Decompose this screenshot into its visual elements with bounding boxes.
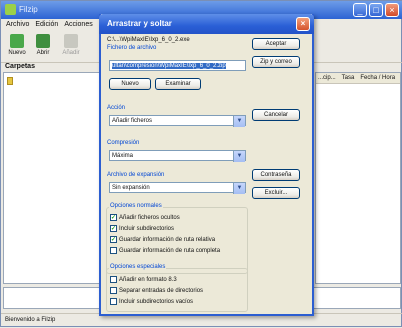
expansion-select[interactable]: Sin expansión ▼ [109,182,246,194]
add-files-label: Añadir [62,50,80,56]
chevron-down-icon: ▼ [233,183,245,194]
new-archive-icon [10,34,24,48]
add-files-icon [64,34,78,48]
option-subdirectories-label: Incluir subdirectorios [119,225,175,232]
folder-icon [7,77,13,85]
exclude-button[interactable]: Excluir... [252,187,300,199]
browse-button[interactable]: Examinar [155,78,201,90]
add-files-button[interactable]: Añadir [59,32,83,56]
file-list[interactable]: ...cip... Tasa Fecha / Hora [315,72,401,284]
archive-path-input[interactable]: ultan\compresion\WpiMaxIE\Ixp_6_0_2.zip [109,60,246,71]
main-window-title: Filzip [19,5,38,14]
option-hidden-files-label: Añadir ficheros ocultos [119,214,180,221]
option-relative-path-label: Guardar información de ruta relativa [119,236,216,243]
normal-options-label: Opciones normales [109,203,163,209]
action-select[interactable]: Añadir ficheros ▼ [109,115,246,127]
minimize-button[interactable]: _ [353,3,367,17]
chevron-down-icon: ▼ [233,151,245,162]
new-archive-button[interactable]: Nuevo [5,32,29,56]
dialog-title: Arrastrar y soltar [107,19,172,28]
checkbox-subdirectories[interactable]: ✓ [110,225,117,232]
zip-email-button[interactable]: Zip y correo [252,56,300,68]
new-button[interactable]: Nuevo [109,78,151,90]
checkbox-separate-dirs[interactable] [110,287,117,294]
chevron-down-icon: ▼ [233,116,245,127]
column-header-size[interactable]: ...cip... [318,73,336,83]
option-subdirectories[interactable]: ✓ Incluir subdirectorios [110,225,174,232]
compression-select[interactable]: Máxima ▼ [109,150,246,162]
option-empty-subdirs-label: Incluir subdirectorios vacíos [119,298,194,305]
checkbox-empty-subdirs[interactable] [110,298,117,305]
open-archive-icon [36,34,50,48]
action-value: Añadir ficheros [112,118,153,124]
menu-edicion[interactable]: Edición [35,19,58,30]
open-archive-button[interactable]: Abrir [31,32,55,56]
expansion-label: Archivo de expansión [107,172,165,178]
dialog-titlebar: Arrastrar y soltar × [99,14,314,34]
column-headers: ...cip... Tasa Fecha / Hora [316,73,400,84]
dialog-close-button[interactable]: × [296,17,310,31]
expansion-value: Sin expansión [112,185,150,191]
option-hidden-files[interactable]: ✓ Añadir ficheros ocultos [110,214,180,221]
option-empty-subdirs[interactable]: Incluir subdirectorios vacíos [110,298,193,305]
menu-acciones[interactable]: Acciones [64,19,92,30]
status-text: Bienvenido a Filzip [5,317,56,323]
action-label: Acción [107,105,126,111]
close-button[interactable]: × [385,3,399,17]
menu-archivo[interactable]: Archivo [6,19,29,30]
option-separate-dirs-label: Separar entradas de directorios [119,287,204,294]
option-separate-dirs[interactable]: Separar entradas de directorios [110,287,203,294]
password-button[interactable]: Contraseña [252,169,300,181]
filzip-logo-icon [5,4,16,15]
option-83-format[interactable]: Añadir en formato 8.3 [110,276,177,283]
option-83-format-label: Añadir en formato 8.3 [119,276,177,283]
new-archive-label: Nuevo [8,50,26,56]
option-full-path-label: Guardar información de ruta completa [119,247,221,254]
window-controls: _ □ × [353,3,399,17]
source-path: C:\...\WpiMaxIE\Ixp_6_0_2.exe [107,37,190,43]
maximize-button[interactable]: □ [369,3,383,17]
compression-value: Máxima [112,153,134,159]
open-archive-label: Abrir [36,50,50,56]
checkbox-hidden-files[interactable]: ✓ [110,214,117,221]
compression-label: Compresión [107,140,140,146]
archive-path-value: ultan\compresion\WpiMaxIE\Ixp_6_0_2.zip [112,63,226,69]
accept-button[interactable]: Aceptar [252,38,300,50]
column-header-date[interactable]: Fecha / Hora [360,73,395,83]
special-options-label: Opciones especiales [109,264,167,270]
checkbox-full-path[interactable] [110,247,117,254]
checkbox-relative-path[interactable]: ✓ [110,236,117,243]
cancel-button[interactable]: Cancelar [252,109,300,121]
drag-drop-dialog: Arrastrar y soltar × C:\...\WpiMaxIE\Ixp… [99,14,314,316]
checkbox-83-format[interactable] [110,276,117,283]
option-relative-path[interactable]: ✓ Guardar información de ruta relativa [110,236,215,243]
column-header-ratio[interactable]: Tasa [342,73,355,83]
option-full-path[interactable]: Guardar información de ruta completa [110,247,220,254]
folders-tree[interactable] [3,72,101,284]
folders-label: Carpetas [5,63,35,70]
archive-file-label: Fichero de archivo [107,45,157,51]
